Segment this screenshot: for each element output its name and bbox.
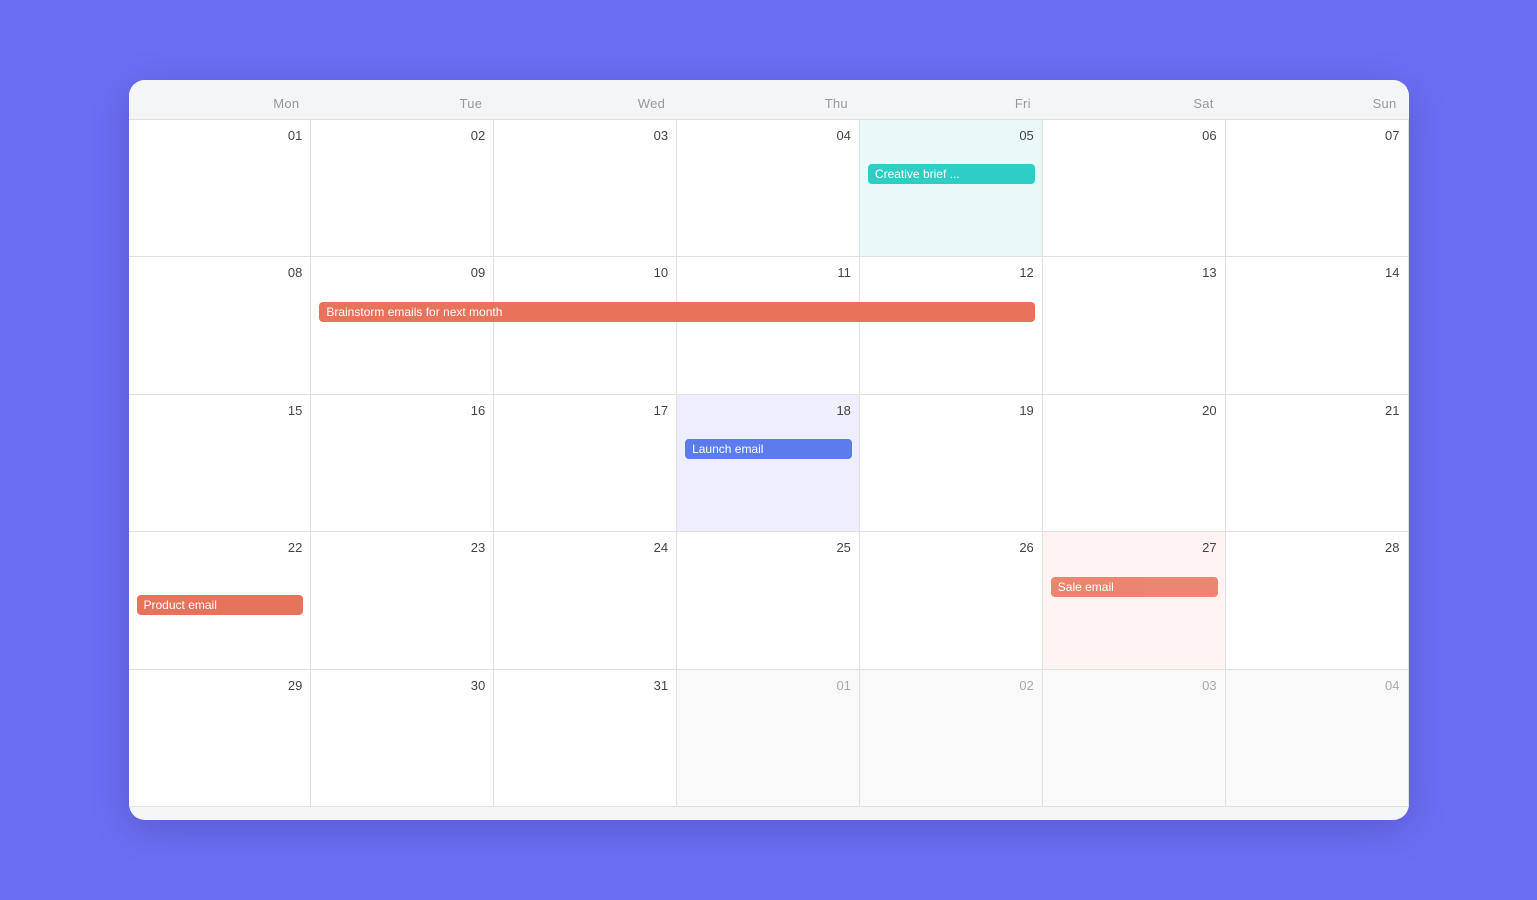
event-pill[interactable]: Product email [137, 595, 304, 615]
day-header-thu: Thu [677, 80, 860, 119]
day-cell-10[interactable]: 10 [494, 257, 677, 394]
calendar-header: Mon Tue Wed Thu Fri Sat Sun [129, 80, 1409, 119]
day-cell-02[interactable]: 02 [311, 120, 494, 257]
event-pill[interactable]: Launch email [685, 439, 852, 459]
day-number: 28 [1234, 540, 1400, 555]
day-number: 13 [1051, 265, 1217, 280]
day-cell-next-03[interactable]: 03 [1043, 670, 1226, 807]
day-cell-15[interactable]: 15 [129, 395, 312, 532]
day-number: 04 [1234, 678, 1400, 693]
day-cell-20[interactable]: 20 [1043, 395, 1226, 532]
day-number: 18 [685, 403, 851, 418]
day-number: 06 [1051, 128, 1217, 143]
day-cell-27[interactable]: 27 [1043, 532, 1226, 669]
day-number: 04 [685, 128, 851, 143]
day-cell-06[interactable]: 06 [1043, 120, 1226, 257]
day-number: 17 [502, 403, 668, 418]
day-number: 11 [685, 265, 851, 280]
day-cell-05[interactable]: 05 [860, 120, 1043, 257]
day-cell-18[interactable]: 18 [677, 395, 860, 532]
day-number: 12 [868, 265, 1034, 280]
day-cell-next-04[interactable]: 04 [1226, 670, 1409, 807]
day-number: 02 [868, 678, 1034, 693]
day-number: 07 [1234, 128, 1400, 143]
day-cell-01[interactable]: 01 [129, 120, 312, 257]
day-cell-14[interactable]: 14 [1226, 257, 1409, 394]
day-number: 09 [319, 265, 485, 280]
day-number: 08 [137, 265, 303, 280]
day-cell-28[interactable]: 28 [1226, 532, 1409, 669]
day-number: 03 [502, 128, 668, 143]
event-pill[interactable]: Brainstorm emails for next month [319, 302, 1034, 322]
day-cell-23[interactable]: 23 [311, 532, 494, 669]
day-cell-09[interactable]: 09 [311, 257, 494, 394]
day-number: 22 [137, 540, 303, 555]
day-number: 19 [868, 403, 1034, 418]
calendar-grid: 01 02 03 04 05 06 07 08 09 10 [129, 119, 1409, 807]
day-number: 05 [868, 128, 1034, 143]
day-cell-19[interactable]: 19 [860, 395, 1043, 532]
day-cell-17[interactable]: 17 [494, 395, 677, 532]
event-pill[interactable]: Sale email [1051, 577, 1218, 597]
day-cell-30[interactable]: 30 [311, 670, 494, 807]
day-cell-29[interactable]: 29 [129, 670, 312, 807]
day-number: 02 [319, 128, 485, 143]
day-number: 25 [685, 540, 851, 555]
day-number: 30 [319, 678, 485, 693]
day-number: 24 [502, 540, 668, 555]
day-cell-08[interactable]: 08 [129, 257, 312, 394]
day-number: 01 [685, 678, 851, 693]
day-cell-next-01[interactable]: 01 [677, 670, 860, 807]
day-header-mon: Mon [129, 80, 312, 119]
day-number: 16 [319, 403, 485, 418]
day-number: 26 [868, 540, 1034, 555]
day-number: 29 [137, 678, 303, 693]
day-number: 03 [1051, 678, 1217, 693]
day-cell-11[interactable]: 11 [677, 257, 860, 394]
day-cell-07[interactable]: 07 [1226, 120, 1409, 257]
day-number: 27 [1051, 540, 1217, 555]
day-number: 10 [502, 265, 668, 280]
calendar-container: Mon Tue Wed Thu Fri Sat Sun 01 02 03 04 … [129, 80, 1409, 820]
day-header-sat: Sat [1043, 80, 1226, 119]
day-number: 14 [1234, 265, 1400, 280]
day-header-wed: Wed [494, 80, 677, 119]
day-header-fri: Fri [860, 80, 1043, 119]
day-cell-next-02[interactable]: 02 [860, 670, 1043, 807]
day-cell-21[interactable]: 21 [1226, 395, 1409, 532]
day-header-sun: Sun [1226, 80, 1409, 119]
day-number: 01 [137, 128, 303, 143]
day-cell-26[interactable]: 26 [860, 532, 1043, 669]
day-number: 21 [1234, 403, 1400, 418]
event-pill[interactable]: Creative brief ... [868, 164, 1035, 184]
day-number: 31 [502, 678, 668, 693]
day-number: 23 [319, 540, 485, 555]
day-cell-16[interactable]: 16 [311, 395, 494, 532]
day-cell-12[interactable]: 12 [860, 257, 1043, 394]
day-cell-24[interactable]: 24 [494, 532, 677, 669]
day-header-tue: Tue [311, 80, 494, 119]
day-number: 20 [1051, 403, 1217, 418]
day-cell-13[interactable]: 13 [1043, 257, 1226, 394]
day-number: 15 [137, 403, 303, 418]
day-cell-25[interactable]: 25 [677, 532, 860, 669]
day-cell-03[interactable]: 03 [494, 120, 677, 257]
day-cell-04[interactable]: 04 [677, 120, 860, 257]
day-cell-31[interactable]: 31 [494, 670, 677, 807]
